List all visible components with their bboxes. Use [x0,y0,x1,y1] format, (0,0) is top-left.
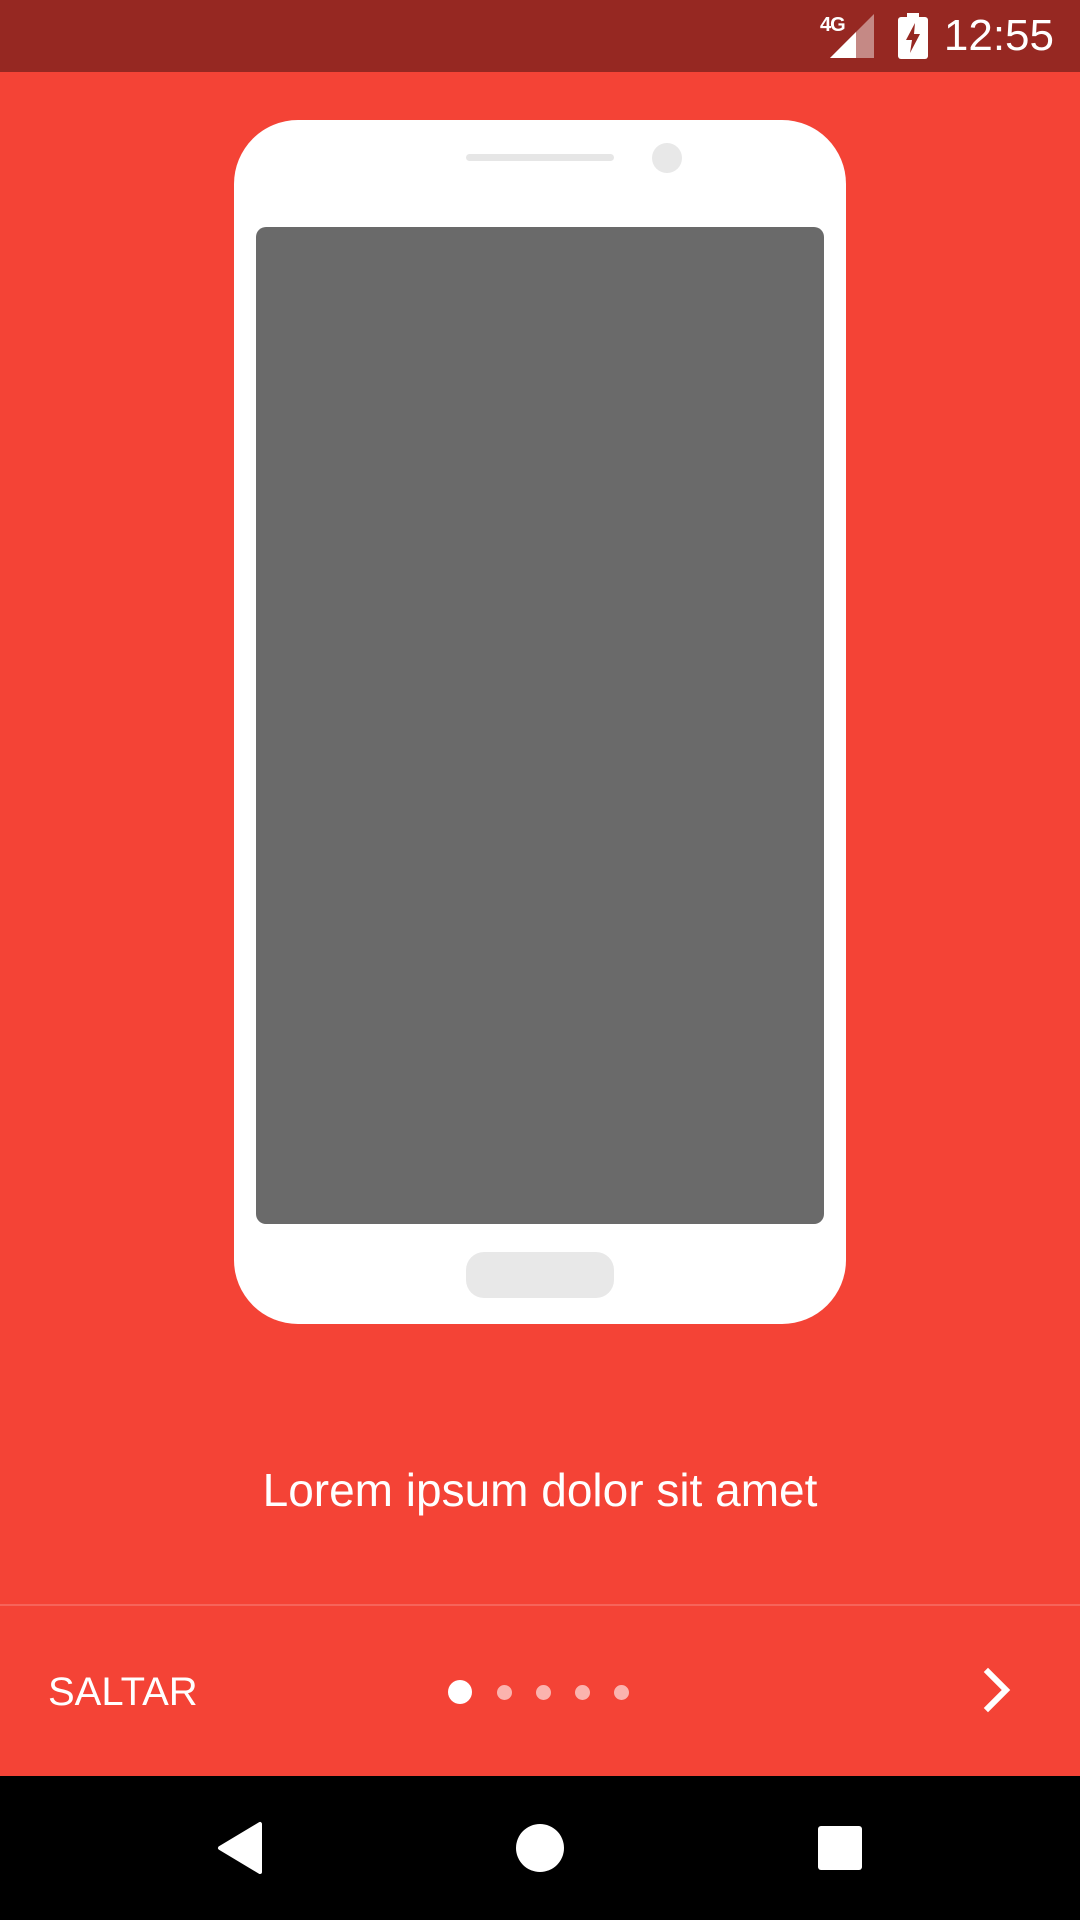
recents-icon [818,1826,862,1870]
home-button[interactable] [492,1800,588,1896]
page-dot [574,1684,590,1700]
phone-screen [256,227,824,1224]
page-dot [496,1684,512,1700]
page-dot-active [448,1680,472,1704]
page-dot [613,1684,629,1700]
navigation-bar [0,1776,1080,1920]
onboarding-screen: 4G 12:55 Lorem ipsum dolor sit amet SALT… [0,0,1080,1920]
battery-charging-icon [898,13,928,59]
network-type-label: 4G [820,14,846,36]
page-indicator [448,1680,638,1704]
phone-home-button [466,1252,614,1298]
phone-speaker [466,154,614,161]
phone-illustration [234,120,846,1324]
status-bar: 4G 12:55 [0,0,1080,72]
divider [0,1604,1080,1606]
phone-camera [652,143,682,173]
back-icon [218,1822,262,1874]
skip-button[interactable]: SALTAR [32,1660,214,1724]
recents-button[interactable] [792,1800,888,1896]
home-icon [516,1824,564,1872]
page-dot [535,1684,551,1700]
onboarding-description: Lorem ipsum dolor sit amet [262,1464,818,1516]
status-time: 12:55 [943,11,1054,60]
back-button[interactable] [192,1800,288,1896]
next-button[interactable] [960,1654,1032,1726]
chevron-right-icon [983,1667,1011,1713]
